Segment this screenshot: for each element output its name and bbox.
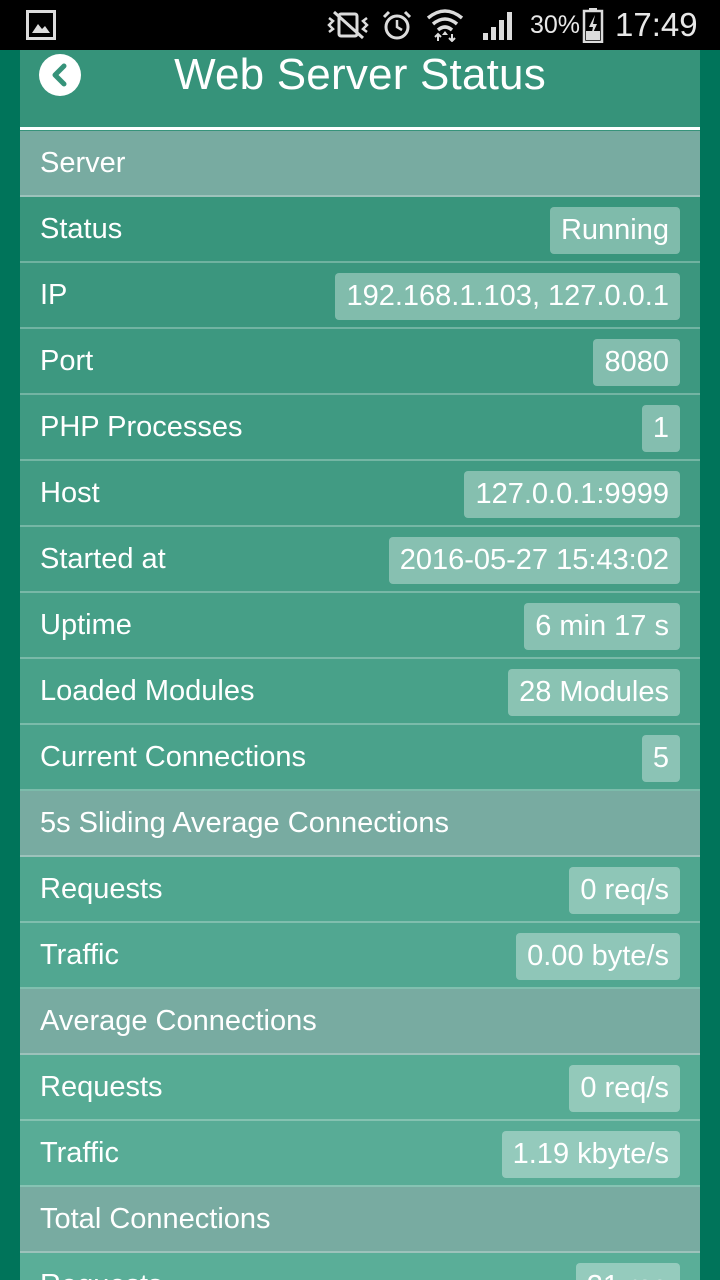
row-label: Requests [40,1253,163,1280]
alarm-icon [381,0,413,50]
section-header: Total Connections [20,1187,700,1253]
status-list: Server Status Running IP 192.168.1.103, 127.… [20,131,700,1280]
status-row: Requests 21 req [20,1253,700,1280]
value-badge: 127.0.0.1:9999 [464,471,680,518]
status-row: Current Connections 5 [20,725,700,791]
status-row: Loaded Modules 28 Modules [20,659,700,725]
value-badge: Running [549,207,680,254]
section-header: Average Connections [20,989,700,1055]
row-label: Status [40,213,123,245]
value-badge: 1.19 kbyte/s [501,1131,680,1178]
section-title: Average Connections [40,1005,317,1037]
status-row: Requests 0 req/s [20,1055,700,1121]
row-label: Requests [40,1071,163,1103]
header-divider [20,127,700,130]
section-title: 5s Sliding Average Connections [40,807,449,839]
section-title: Server [40,147,126,179]
section-header: 5s Sliding Average Connections [20,791,700,857]
status-panel: Web Server Status Server Status Running IP 1… [20,50,700,1280]
section-title: Total Connections [40,1203,271,1235]
section-header: Server [20,131,700,197]
row-label: Host [40,477,100,509]
vibrate-mute-icon [325,0,371,50]
value-badge: 192.168.1.103, 127.0.0.1 [335,273,680,320]
row-label: Port [40,345,94,377]
status-row: Started at 2016-05-27 15:43:02 [20,527,700,593]
value-badge: 5 [641,735,680,782]
wifi-icon [426,0,464,50]
status-row: PHP Processes 1 [20,395,700,461]
clock: 17:49 [615,6,698,43]
battery-percent: 30% [530,11,581,39]
status-row: Traffic 1.19 kbyte/s [20,1121,700,1187]
value-badge: 0.00 byte/s [516,933,680,980]
value-badge: 21 req [575,1263,680,1280]
status-row: IP 192.168.1.103, 127.0.0.1 [20,263,700,329]
header: Web Server Status [20,50,700,130]
status-row: Requests 0 req/s [20,857,700,923]
value-badge: 6 min 17 s [524,603,680,650]
row-label: Current Connections [40,741,306,773]
row-label: Traffic [40,1137,119,1169]
row-label: IP [40,279,68,311]
value-badge: 2016-05-27 15:43:02 [388,537,680,584]
row-label: Traffic [40,939,119,971]
value-badge: 0 req/s [569,867,680,914]
picture-icon [26,0,56,50]
row-label: Uptime [40,609,132,641]
value-badge: 0 req/s [569,1065,680,1112]
signal-icon [481,0,517,50]
status-row: Host 127.0.0.1:9999 [20,461,700,527]
status-row: Traffic 0.00 byte/s [20,923,700,989]
status-bar: 30% 17:49 [0,0,720,50]
row-label: PHP Processes [40,411,243,443]
status-row: Port 8080 [20,329,700,395]
value-badge: 8080 [593,339,680,386]
row-label: Loaded Modules [40,675,255,707]
page-title: Web Server Status [174,50,546,99]
status-row: Status Running [20,197,700,263]
row-label: Started at [40,543,166,575]
status-row: Uptime 6 min 17 s [20,593,700,659]
value-badge: 1 [641,405,680,452]
value-badge: 28 Modules [508,669,680,716]
battery-icon [582,0,604,50]
row-label: Requests [40,873,163,905]
